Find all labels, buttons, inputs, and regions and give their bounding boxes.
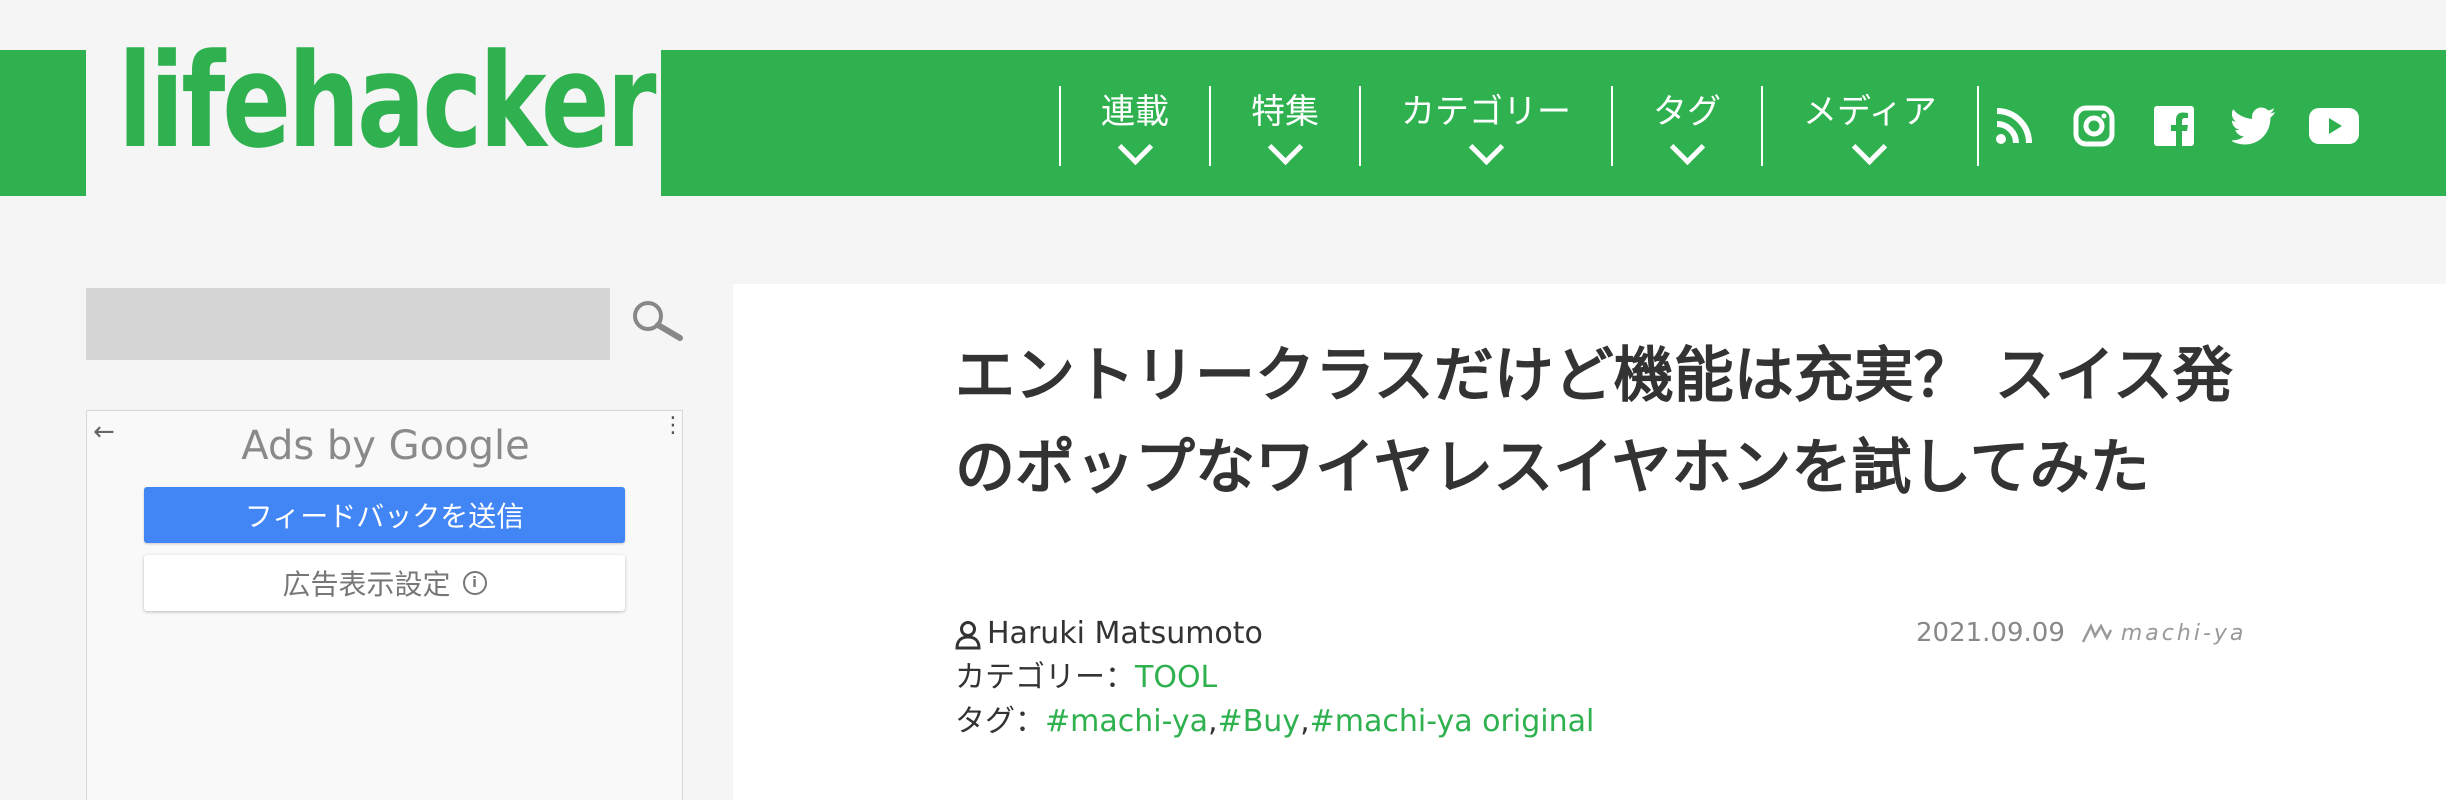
- nav-item-series[interactable]: 連載: [1059, 86, 1209, 166]
- nav-label: カテゴリー: [1401, 92, 1571, 133]
- ad-panel: ← ⋮ Ads by Google フィードバックを送信 広告表示設定 i: [86, 410, 684, 800]
- send-feedback-button[interactable]: フィードバックを送信: [144, 487, 625, 543]
- tag-link[interactable]: #machi-ya: [1045, 700, 1208, 744]
- info-icon: i: [462, 571, 487, 595]
- nav-label: 特集: [1251, 92, 1319, 133]
- category-link[interactable]: TOOL: [1135, 656, 1217, 700]
- chevron-down-icon: [1468, 129, 1504, 166]
- instagram-icon[interactable]: [2068, 100, 2120, 152]
- nav-item-features[interactable]: 特集: [1209, 86, 1359, 166]
- tags-label: タグ：: [955, 704, 1045, 739]
- author-name[interactable]: Haruki Matsumoto: [987, 612, 1263, 656]
- search-input[interactable]: [86, 288, 610, 360]
- social-links: [1988, 100, 2360, 152]
- chevron-down-icon: [1852, 129, 1888, 166]
- chevron-down-icon: [1669, 129, 1705, 166]
- chevron-down-icon: [1117, 129, 1153, 166]
- tags-row: タグ： #machi-ya, #Buy, #machi-ya original: [955, 700, 1594, 744]
- date-source-row: 2021.09.09 machi-ya: [1916, 618, 2246, 648]
- source-logo-text: machi-ya: [2120, 620, 2247, 646]
- user-icon: [955, 619, 981, 650]
- nav-label: 連載: [1101, 92, 1169, 133]
- author-row: Haruki Matsumoto: [955, 612, 1594, 656]
- main-nav: 連載 特集 カテゴリー タグ メディア: [1059, 86, 1979, 166]
- nav-item-media[interactable]: メディア: [1761, 86, 1979, 166]
- nav-item-tags[interactable]: タグ: [1611, 86, 1761, 166]
- article-meta: Haruki Matsumoto カテゴリー： TOOL タグ： #machi-…: [955, 612, 1594, 744]
- header-left-accent: [0, 50, 86, 196]
- category-row: カテゴリー： TOOL: [955, 656, 1594, 700]
- rss-icon[interactable]: [1988, 100, 2040, 152]
- tag-separator: ,: [1208, 704, 1218, 739]
- article-title: エントリークラスだけど機能は充実？ スイス発のポップなワイヤレスイヤホンを試して…: [955, 341, 2233, 503]
- publish-date: 2021.09.09: [1916, 618, 2065, 648]
- tag-link[interactable]: #machi-ya original: [1310, 700, 1595, 744]
- category-label: カテゴリー：: [955, 660, 1135, 695]
- chevron-down-icon: [1267, 129, 1303, 166]
- search-icon[interactable]: [628, 298, 688, 348]
- ad-title: Ads by Google: [241, 423, 530, 469]
- tag-separator: ,: [1300, 704, 1310, 739]
- youtube-icon[interactable]: [2308, 100, 2360, 152]
- machi-ya-icon: [2081, 622, 2112, 643]
- ad-settings-button[interactable]: 広告表示設定 i: [144, 555, 625, 611]
- nav-label: タグ: [1653, 92, 1721, 133]
- nav-label: メディア: [1803, 92, 1937, 133]
- source-logo[interactable]: machi-ya: [2081, 621, 2247, 646]
- facebook-icon[interactable]: [2148, 100, 2200, 152]
- twitter-icon[interactable]: [2228, 100, 2280, 152]
- nav-item-category[interactable]: カテゴリー: [1359, 86, 1611, 166]
- site-logo[interactable]: lifehacker: [118, 36, 657, 166]
- tag-link[interactable]: #Buy: [1218, 700, 1301, 744]
- ad-settings-label: 広告表示設定: [282, 568, 451, 601]
